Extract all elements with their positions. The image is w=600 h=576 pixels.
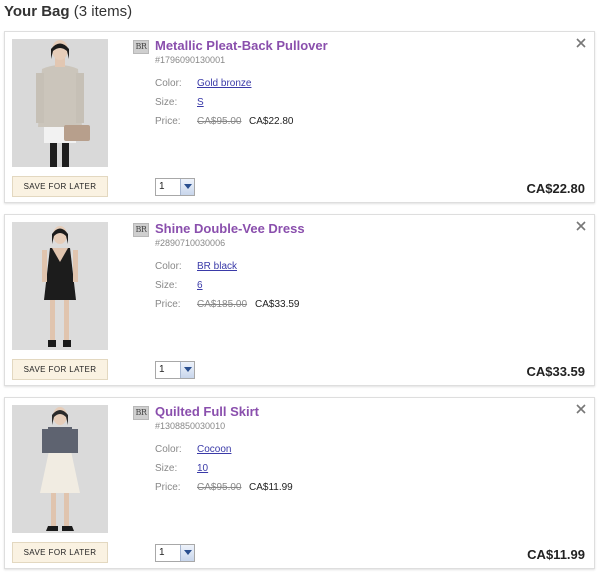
close-icon[interactable] [575,402,587,414]
product-name-link[interactable]: Quilted Full Skirt [155,404,259,419]
bag-title: Your Bag (3 items) [4,3,132,20]
color-label: Color: [155,261,182,272]
product-sku: #1308850030010 [155,421,226,431]
product-name-link[interactable]: Shine Double-Vee Dress [155,221,305,236]
sale-price: CA$22.80 [249,116,294,127]
close-icon[interactable] [575,36,587,48]
original-price: CA$185.00 [197,299,248,310]
brand-logo-icon: BR [133,40,149,54]
price-label: Price: [155,482,181,493]
quantity-select[interactable]: 1 [155,178,195,196]
size-label: Size: [155,280,178,291]
price-label: Price: [155,116,181,127]
color-value-link[interactable]: BR black [197,261,237,272]
chevron-down-icon[interactable] [180,545,194,561]
product-image[interactable] [12,222,108,350]
size-label: Size: [155,97,178,108]
quantity-value: 1 [159,364,165,375]
size-label: Size: [155,463,178,474]
sale-price: CA$33.59 [255,299,300,310]
item-total: CA$11.99 [527,547,585,562]
chevron-down-icon[interactable] [180,179,194,195]
quantity-select[interactable]: 1 [155,361,195,379]
brand-logo-icon: BR [133,223,149,237]
product-image[interactable] [12,405,108,533]
product-name-link[interactable]: Metallic Pleat-Back Pullover [155,38,328,53]
quantity-value: 1 [159,547,165,558]
price-label: Price: [155,299,181,310]
product-image[interactable] [12,39,108,167]
cart-item: SAVE FOR LATER BR Shine Double-Vee Dress… [4,214,595,386]
size-value-link[interactable]: 6 [197,280,203,291]
color-value-link[interactable]: Gold bronze [197,78,251,89]
item-total: CA$22.80 [526,181,585,196]
sale-price: CA$11.99 [249,482,293,493]
size-value-link[interactable]: S [197,97,204,108]
quantity-value: 1 [159,181,165,192]
color-value-link[interactable]: Cocoon [197,444,231,455]
cart-item: SAVE FOR LATER BR Metallic Pleat-Back Pu… [4,31,595,203]
original-price: CA$95.00 [197,482,242,493]
close-icon[interactable] [575,219,587,231]
product-sku: #2890710030006 [155,238,226,248]
item-total: CA$33.59 [526,364,585,379]
color-label: Color: [155,78,182,89]
save-for-later-button[interactable]: SAVE FOR LATER [12,359,108,380]
save-for-later-button[interactable]: SAVE FOR LATER [12,542,108,563]
original-price: CA$95.00 [197,116,242,127]
brand-logo-icon: BR [133,406,149,420]
cart-item: SAVE FOR LATER BR Quilted Full Skirt #13… [4,397,595,569]
color-label: Color: [155,444,182,455]
quantity-select[interactable]: 1 [155,544,195,562]
bag-item-count: (3 items) [73,3,133,20]
chevron-down-icon[interactable] [180,362,194,378]
size-value-link[interactable]: 10 [197,463,208,474]
product-sku: #1796090130001 [155,55,226,65]
save-for-later-button[interactable]: SAVE FOR LATER [12,176,108,197]
bag-title-text: Your Bag [4,3,70,20]
